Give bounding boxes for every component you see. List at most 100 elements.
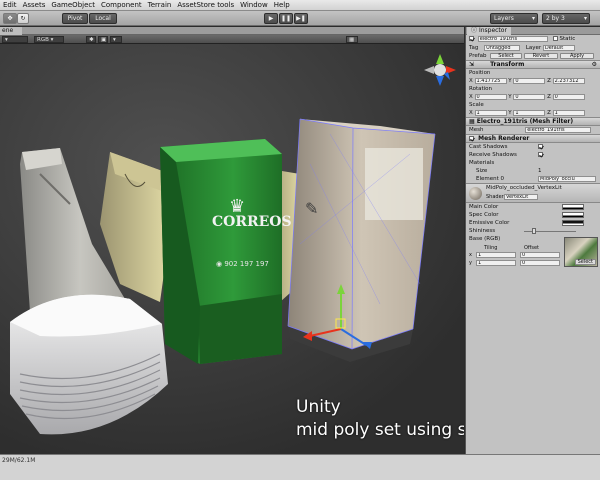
scene-viewport[interactable]: CORREOS ♛ ◉ 902 197 197 ✎ Unity mid poly…	[0, 44, 464, 454]
tab-scene[interactable]: ene	[0, 27, 22, 35]
position-z-field[interactable]: 2.237312	[552, 77, 585, 84]
rotation-row: X 0 Y 0 Z 0	[466, 93, 600, 101]
scene-tab-label: ene	[2, 27, 14, 34]
svg-text:♛: ♛	[229, 196, 245, 217]
play-button[interactable]: ▶	[264, 13, 278, 24]
static-checkbox[interactable]	[552, 36, 558, 41]
transform-title: Transform	[490, 61, 525, 68]
render-mode-label: RGB	[37, 37, 49, 43]
mesh-field[interactable]: electro_191tris	[525, 126, 592, 133]
move-tool-button[interactable]: ✥	[3, 13, 17, 24]
scene-render: CORREOS ♛ ◉ 902 197 197 ✎	[0, 44, 464, 454]
svg-text:✎: ✎	[305, 199, 318, 218]
shader-dropdown[interactable]: VertexLit	[504, 194, 538, 200]
lighting-toggle[interactable]: ✱	[86, 36, 96, 43]
layout-dropdown[interactable]: 2 by 3 ▾	[542, 13, 590, 24]
receive-shadows-label: Receive Shadows	[469, 152, 517, 158]
element-field[interactable]: MidPoly_occlu	[538, 176, 596, 182]
menu-assets[interactable]: Assets	[20, 0, 49, 11]
menu-component[interactable]: Component	[98, 0, 145, 11]
effects-dropdown[interactable]: ▾	[110, 36, 122, 43]
offset-label: Offset	[524, 245, 540, 251]
audio-toggle[interactable]: ▣	[98, 36, 108, 43]
position-label: Position	[469, 70, 491, 76]
select-button[interactable]: Select	[490, 53, 522, 59]
tag-dropdown[interactable]: Untagged	[484, 44, 521, 51]
prefab-row: Prefab Select Revert Apply	[466, 52, 600, 60]
local-toggle[interactable]: Local	[89, 13, 117, 24]
caption-line-2: mid poly set using sigle texture	[296, 420, 464, 440]
object-name-field[interactable]: electro_191tris	[477, 35, 548, 42]
rotate-tool-button[interactable]: ↻	[17, 13, 29, 24]
correos-logo: CORREOS	[212, 214, 292, 230]
select-texture-button[interactable]: Select	[574, 259, 596, 265]
draw-mode-dropdown[interactable]: ▾	[2, 36, 28, 43]
layer-dropdown[interactable]: Default	[542, 44, 575, 51]
info-icon: ⓘ	[471, 27, 478, 34]
mesh-filter-header[interactable]: ▦ Electro_191tris (Mesh Filter)	[466, 117, 600, 126]
status-bar: 29M/62.1M	[0, 454, 600, 480]
menu-terrain[interactable]: Terrain	[145, 0, 175, 11]
mesh-renderer-header[interactable]: Mesh Renderer	[466, 134, 600, 143]
pause-button[interactable]: ❚❚	[279, 13, 293, 24]
shininess-slider-handle[interactable]	[532, 228, 536, 234]
menu-window[interactable]: Window	[237, 0, 271, 11]
base-texture-thumbnail[interactable]: Select	[564, 237, 598, 267]
main-color-row: Main Color	[466, 203, 600, 211]
local-label: Local	[95, 15, 111, 22]
rotation-x-field[interactable]: 0	[474, 93, 507, 100]
transform-icon: ⇲	[469, 61, 475, 68]
mesh-renderer-title: Mesh Renderer	[478, 135, 530, 142]
position-x-field[interactable]: 1.417725	[474, 77, 507, 84]
caption-line-1: Unity	[296, 397, 341, 417]
scale-label: Scale	[469, 102, 484, 108]
scale-row: X 1 Y 1 Z 1	[466, 109, 600, 117]
offset-y-field[interactable]: 0	[520, 260, 560, 266]
spec-color-label: Spec Color	[469, 212, 499, 218]
tiling-label: Tiling	[484, 245, 498, 251]
mesh-filter-title: Electro_191tris (Mesh Filter)	[476, 118, 574, 125]
gear-icon[interactable]: ⚙	[592, 61, 597, 69]
cast-shadows-checkbox[interactable]	[538, 144, 543, 149]
tiling-x-field[interactable]: 1	[476, 252, 516, 258]
size-row: Size 1	[466, 167, 600, 175]
menu-help[interactable]: Help	[271, 0, 293, 11]
pause-icon: ❚❚	[280, 15, 292, 22]
main-color-swatch[interactable]	[562, 204, 584, 210]
scale-x-field[interactable]: 1	[474, 109, 507, 116]
rotation-y-field[interactable]: 0	[513, 93, 546, 100]
revert-button[interactable]: Revert	[524, 53, 558, 59]
layers-dropdown[interactable]: Layers ▾	[490, 13, 538, 24]
emissive-color-swatch[interactable]	[562, 220, 584, 226]
inspector-tab-row: ⓘ Inspector	[466, 27, 600, 35]
size-value[interactable]: 1	[538, 167, 542, 175]
cast-shadows-row: Cast Shadows	[466, 143, 600, 151]
pivot-toggle[interactable]: Pivot	[62, 13, 88, 24]
material-header[interactable]: MidPoly_occluded_VertexLit Shader Vertex…	[466, 183, 600, 203]
tab-inspector[interactable]: ⓘ Inspector	[467, 27, 511, 35]
prefab-label: Prefab	[469, 53, 487, 59]
offset-x-field[interactable]: 0	[520, 252, 560, 258]
move-icon: ✥	[7, 15, 13, 22]
scale-y-field[interactable]: 1	[513, 109, 546, 116]
material-name: MidPoly_occluded_VertexLit	[486, 185, 562, 191]
materials-label: Materials	[469, 160, 495, 166]
mesh-renderer-checkbox[interactable]	[469, 136, 474, 141]
gizmos-toggle[interactable]: ▦	[346, 36, 358, 43]
render-mode-dropdown[interactable]: RGB ▾	[34, 36, 64, 43]
apply-button[interactable]: Apply	[560, 53, 594, 59]
menu-gameobject[interactable]: GameObject	[48, 0, 98, 11]
caption-overlay: Unity mid poly set using sigle texture	[296, 396, 464, 442]
step-button[interactable]: ▶❚	[294, 13, 308, 24]
rotation-z-field[interactable]: 0	[552, 93, 585, 100]
tiling-y-field[interactable]: 1	[476, 260, 516, 266]
menu-assetstore-tools[interactable]: AssetStore tools	[174, 0, 237, 11]
active-checkbox[interactable]	[469, 36, 474, 41]
spec-color-swatch[interactable]	[562, 212, 584, 218]
scale-z-field[interactable]: 1	[552, 109, 585, 116]
menu-edit[interactable]: Edit	[0, 0, 20, 11]
receive-shadows-checkbox[interactable]	[538, 152, 543, 157]
position-y-field[interactable]: 0	[513, 77, 546, 84]
chevron-down-icon: ▾	[531, 15, 535, 22]
transform-header[interactable]: ⇲ Transform ⚙	[466, 60, 600, 69]
